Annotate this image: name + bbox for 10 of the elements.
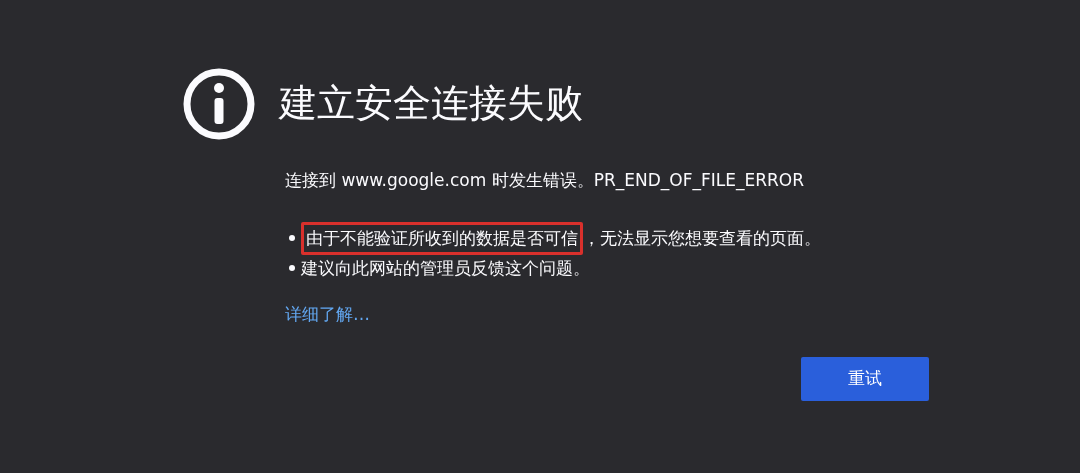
highlighted-text: 由于不能验证所收到的数据是否可信 bbox=[301, 221, 583, 255]
bullet-text: 建议向此网站的管理员反馈这个问题。 bbox=[301, 256, 590, 280]
info-icon bbox=[183, 68, 255, 140]
bullet-text: ，无法显示您想要查看的页面。 bbox=[583, 226, 821, 250]
error-message: 连接到 www.google.com 时发生错误。PR_END_OF_FILE_ERROR bbox=[285, 169, 805, 193]
retry-button[interactable]: 重试 bbox=[801, 357, 929, 401]
bullet-icon bbox=[289, 235, 295, 241]
bullet-icon bbox=[289, 265, 295, 271]
learn-more-link[interactable]: 详细了解… bbox=[285, 301, 370, 327]
page-title: 建立安全连接失败 bbox=[279, 81, 583, 127]
